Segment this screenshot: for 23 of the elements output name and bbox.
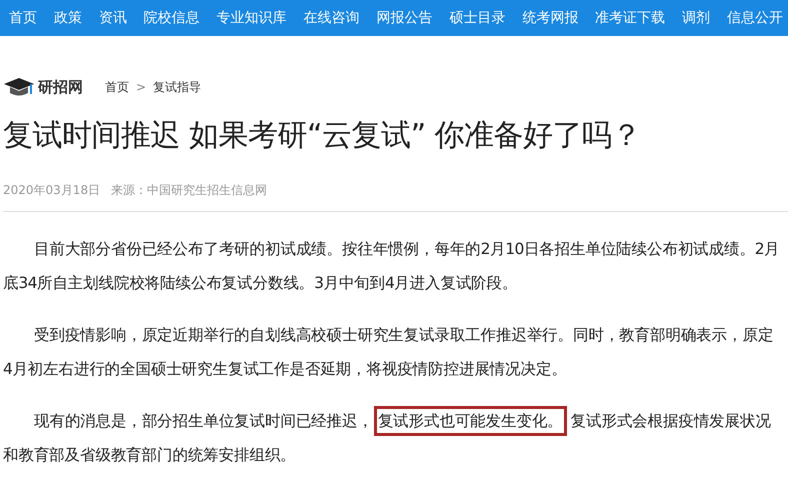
nav-link[interactable]: 政策 (54, 9, 82, 27)
nav-link[interactable]: 统考网报 (522, 9, 578, 27)
graduation-cap-icon (3, 76, 35, 98)
publish-date: 2020年03月18日 (3, 182, 100, 199)
nav-link[interactable]: 首页 (9, 9, 37, 27)
breadcrumb-link[interactable]: 复试指导 (153, 78, 202, 96)
breadcrumb-link[interactable]: 首页 (105, 78, 129, 96)
breadcrumb-separator: > (136, 80, 146, 94)
article-title: 复试时间推迟 如果考研“云复试” 你准备好了吗？ (3, 117, 642, 155)
nav-link[interactable]: 网报公告 (376, 9, 432, 27)
site-logo-text: 研招网 (38, 78, 83, 96)
article-paragraph: 现有的消息是，部分招生单位复试时间已经推迟， 复试形式也可能发生变化。 复试形式会根据疫情发展状况和教育部及省级教育部门的统筹安排组织。 (3, 404, 781, 472)
article-source: 来源：中国研究生招生信息网 (111, 182, 268, 199)
nav-link[interactable]: 硕士目录 (449, 9, 506, 27)
article-paragraph: 目前大部分省份已经公布了考研的初试成绩。按往年惯例，每年的2月10日各招生单位陆续公布初试成绩。2月底34所自主划线院校将陆续公布复试分数线。3月中旬到4月进入复试阶段。 (3, 239, 780, 294)
nav-link[interactable]: 专业知识库 (216, 9, 287, 27)
nav-link[interactable]: 资讯 (98, 9, 127, 27)
article-paragraph: 受到疫情影响，原定近期举行的自划线高校硕士研究生复试录取工作推迟举行。同时，教育部明确表示，原定4月初左右进行的全国硕士研究生复试工作是否延期，将视疫情防控进展情况决定。 (3, 325, 774, 380)
nav-link[interactable]: 在线咨询 (304, 9, 360, 27)
nav-link[interactable]: 院校信息 (144, 9, 200, 27)
nav-link[interactable]: 准考证下载 (595, 9, 666, 27)
nav-link[interactable]: 调剂 (682, 9, 710, 27)
nav-link[interactable]: 信息公开 (726, 9, 783, 27)
